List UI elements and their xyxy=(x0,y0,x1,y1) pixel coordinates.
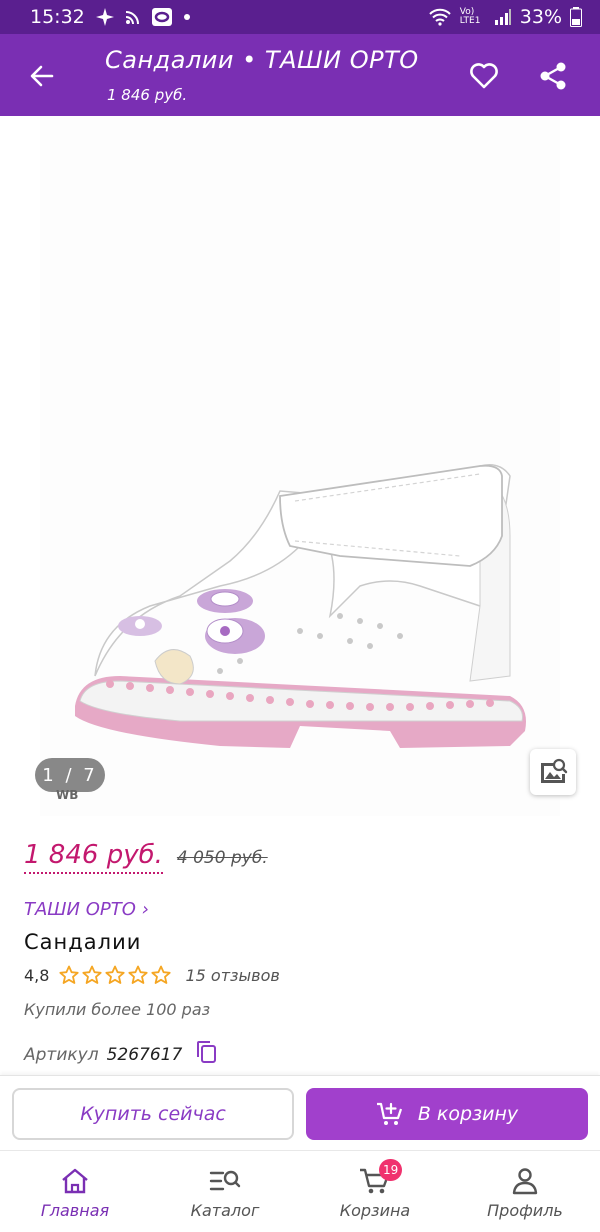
app-notification-icon xyxy=(151,7,173,27)
cart-badge: 19 xyxy=(379,1159,403,1181)
image-counter: 1 / 7 xyxy=(35,758,105,792)
heart-icon xyxy=(470,63,498,89)
share-icon xyxy=(540,62,566,90)
image-search-button[interactable] xyxy=(530,749,576,795)
network-label: Vo) LTE1 xyxy=(459,7,481,26)
nav-catalog[interactable]: Каталог xyxy=(150,1151,300,1232)
star-icon xyxy=(82,965,103,984)
action-bar: Купить сейчас В корзину xyxy=(0,1075,600,1150)
nav-home-label: Главная xyxy=(40,1201,110,1220)
back-button[interactable] xyxy=(22,56,62,96)
nav-home[interactable]: Главная xyxy=(0,1151,150,1232)
add-to-cart-label: В корзину xyxy=(417,1103,519,1125)
sandal-image xyxy=(75,464,526,748)
watermark: WB xyxy=(56,788,79,802)
nav-cart-label: Корзина xyxy=(339,1201,411,1220)
favorite-button[interactable] xyxy=(464,56,504,96)
dot-icon xyxy=(183,13,191,21)
article-label: Артикул xyxy=(24,1044,99,1065)
star-icon xyxy=(59,965,80,984)
bottom-nav: Главная Каталог 19 Корзина Профиль xyxy=(0,1150,600,1232)
price-row: 1 846 руб. 4 050 руб. xyxy=(24,840,268,874)
catalog-search-icon xyxy=(209,1170,241,1191)
star-icon xyxy=(105,965,126,984)
wifi-icon xyxy=(428,8,452,26)
rating-value: 4,8 xyxy=(24,965,50,985)
buy-now-label: Купить сейчас xyxy=(80,1103,226,1125)
nav-cart[interactable]: 19 Корзина xyxy=(300,1151,450,1232)
cart-add-icon xyxy=(376,1102,402,1125)
reviews-count[interactable]: 15 отзывов xyxy=(185,966,279,985)
copy-button[interactable] xyxy=(194,1040,218,1069)
rating-stars xyxy=(59,965,172,985)
article-value: 5267617 xyxy=(106,1044,183,1065)
nav-profile[interactable]: Профиль xyxy=(450,1151,600,1232)
page-subtitle-price: 1 846 руб. xyxy=(107,86,188,104)
image-search-icon xyxy=(541,758,568,783)
buy-now-button[interactable]: Купить сейчас xyxy=(12,1088,294,1140)
page-title: Сандалии • ТАШИ ОРТО xyxy=(105,46,419,74)
purchase-count: Купили более 100 раз xyxy=(24,1000,211,1019)
star-icon xyxy=(151,965,172,984)
profile-icon xyxy=(512,1168,538,1195)
article-row: Артикул 5267617 xyxy=(24,1040,218,1069)
signal-icon xyxy=(494,9,512,25)
sparkle-icon xyxy=(95,7,115,27)
cast-icon xyxy=(125,9,141,25)
arrow-left-icon xyxy=(30,65,54,87)
battery-text: 33% xyxy=(519,6,562,28)
nav-catalog-label: Каталог xyxy=(190,1201,260,1220)
app-bar: Сандалии • ТАШИ ОРТО 1 846 руб. xyxy=(0,34,600,116)
star-icon xyxy=(128,965,149,984)
product-gallery[interactable]: 1 / 7 WB xyxy=(0,116,600,816)
rating-row[interactable]: 4,8 15 отзывов xyxy=(24,965,280,985)
current-price[interactable]: 1 846 руб. xyxy=(24,840,163,874)
brand-link[interactable]: ТАШИ ОРТО › xyxy=(24,899,149,920)
home-icon xyxy=(62,1168,88,1194)
old-price: 4 050 руб. xyxy=(176,848,268,868)
nav-profile-label: Профиль xyxy=(487,1201,563,1220)
status-time: 15:32 xyxy=(30,6,85,28)
product-photo[interactable] xyxy=(40,116,560,816)
product-name: Сандалии xyxy=(24,930,142,954)
status-bar: 15:32 Vo) LTE1 33% xyxy=(0,0,600,34)
add-to-cart-button[interactable]: В корзину xyxy=(306,1088,588,1140)
share-button[interactable] xyxy=(533,56,573,96)
copy-icon xyxy=(197,1041,217,1063)
battery-icon xyxy=(570,7,582,27)
